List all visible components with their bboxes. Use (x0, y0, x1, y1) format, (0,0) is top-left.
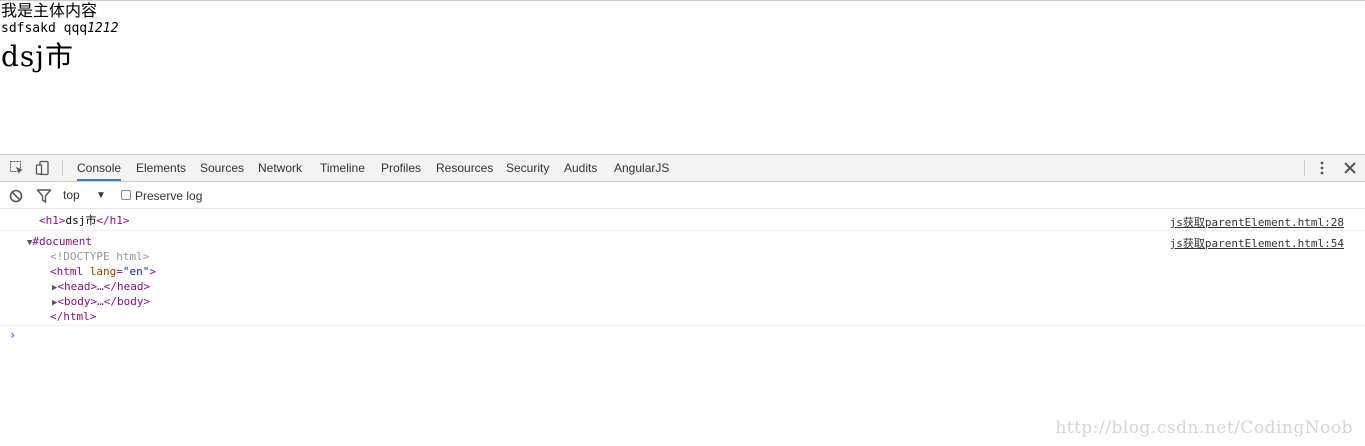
device-mode-icon[interactable] (35, 160, 51, 176)
devtools-tabbar: Console Elements Sources Network Timelin… (0, 155, 1365, 182)
chevron-down-icon[interactable]: ▼ (96, 182, 106, 209)
source-link[interactable]: js获取parentElement.html:54 (1170, 235, 1344, 251)
devtools-panel: Console Elements Sources Network Timelin… (0, 154, 1365, 446)
page-content: 我是主体内容 sdfsakd qqq1212 dsj市 (0, 0, 1365, 154)
tab-network[interactable]: Network (258, 155, 302, 181)
h1-text: dsj市 (65, 214, 97, 227)
watermark: http://blog.csdn.net/CodingNoob (1055, 418, 1353, 438)
filter-icon[interactable] (36, 188, 52, 204)
preserve-log-label[interactable]: Preserve log (135, 182, 202, 210)
h1-close-tag: </h1> (96, 214, 130, 227)
document-label: #document (32, 235, 93, 248)
body-node-label: <body>…</body> (57, 295, 151, 308)
page-heading: dsj市 (1, 40, 74, 73)
tab-security[interactable]: Security (506, 155, 549, 181)
doctype-node: <!DOCTYPE html> (50, 250, 150, 263)
h1-element-node[interactable]: <h1>dsj市</h1> (39, 213, 130, 228)
html-close-tag: </html> (50, 310, 97, 323)
tab-angularjs[interactable]: AngularJS (614, 155, 669, 181)
console-prompt[interactable]: › (9, 328, 16, 342)
head-node-label: <head>…</head> (57, 280, 151, 293)
toolbar-divider (62, 160, 63, 176)
tab-console[interactable]: Console (77, 155, 122, 181)
context-selector[interactable]: top (63, 182, 80, 209)
body-line-2-text: sdfsakd qqq (1, 21, 88, 36)
tab-timeline[interactable]: Timeline (320, 155, 365, 181)
more-options-icon[interactable] (1314, 160, 1330, 176)
inspect-element-icon[interactable] (9, 160, 25, 176)
tab-elements[interactable]: Elements (136, 155, 186, 181)
console-filter-bar: top ▼ Preserve log (0, 182, 1365, 209)
console-message: <h1>dsj市</h1> js获取parentElement.html:28 (0, 210, 1365, 231)
html-open-end: > (149, 265, 156, 278)
html-attr-value: "en" (122, 265, 150, 278)
tab-resources[interactable]: Resources (436, 155, 493, 181)
tab-sources[interactable]: Sources (200, 155, 244, 181)
tab-profiles[interactable]: Profiles (381, 155, 421, 181)
body-line-2-italic: 1212 (87, 21, 119, 36)
toolbar-divider-right (1304, 160, 1305, 176)
preserve-log-checkbox[interactable] (121, 190, 131, 200)
h1-open-tag: <h1> (39, 214, 66, 227)
html-attr-eq: = (116, 265, 123, 278)
html-open-tag: <html (50, 265, 84, 278)
console-message: ▼#document js获取parentElement.html:54 <!D… (0, 231, 1365, 326)
html-node[interactable]: <html lang="en"> (50, 264, 156, 279)
html-attr-name: lang (89, 265, 117, 278)
tab-audits[interactable]: Audits (564, 155, 597, 181)
source-link[interactable]: js获取parentElement.html:28 (1170, 214, 1344, 230)
body-line-2: sdfsakd qqq1212 (1, 21, 118, 37)
clear-console-icon[interactable] (8, 188, 24, 204)
body-text: 我是主体内容 (1, 1, 98, 20)
close-icon[interactable] (1342, 160, 1358, 176)
